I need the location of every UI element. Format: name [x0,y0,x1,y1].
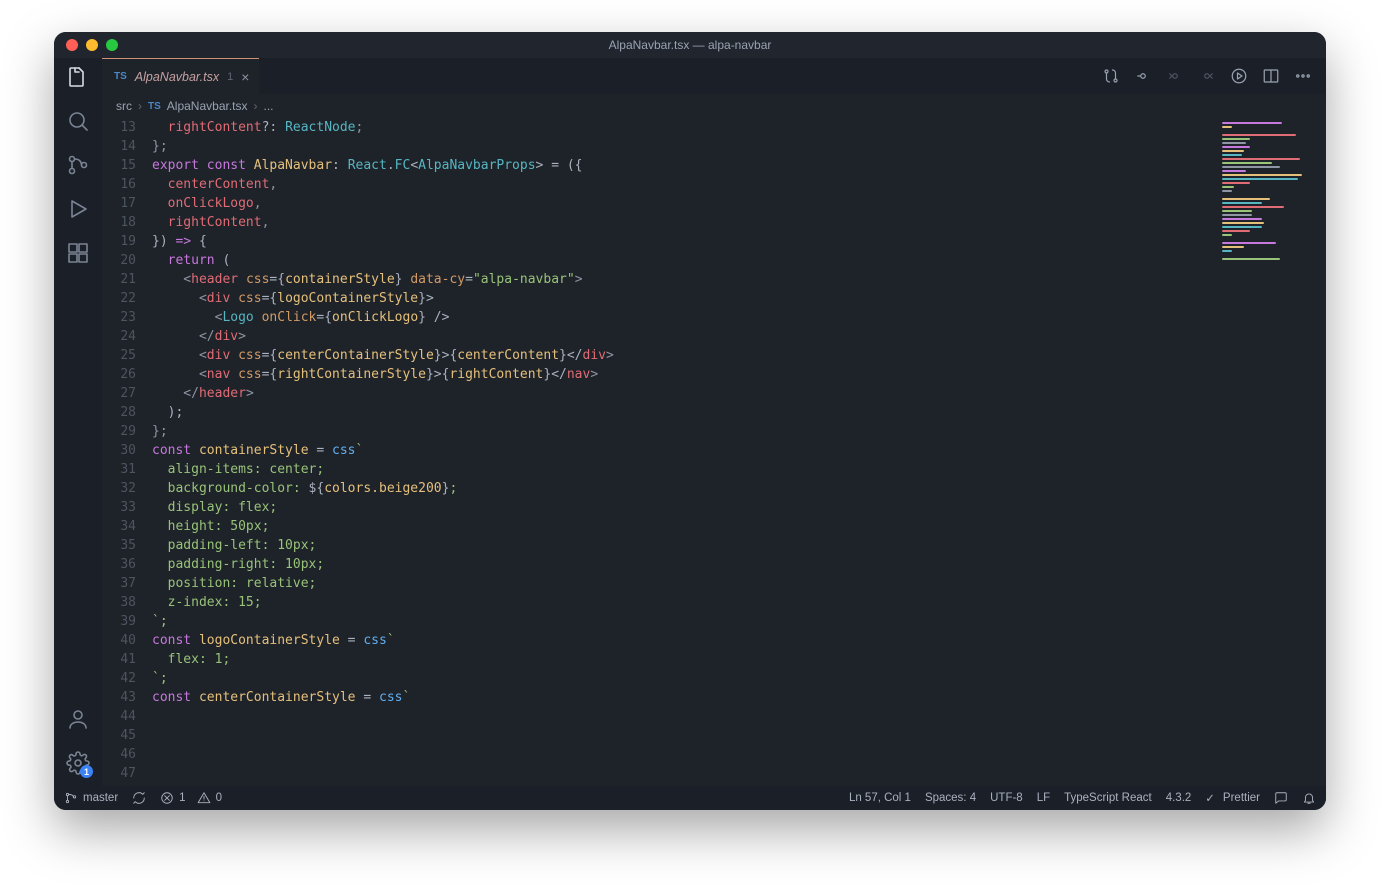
editor-tab[interactable]: TS AlpaNavbar.tsx 1 × [102,58,259,94]
traffic-lights [54,39,118,51]
code-editor[interactable]: 1314151617181920212223242526272829303132… [102,118,1326,786]
vscode-window: AlpaNavbar.tsx — alpa-navbar 1 TS AlpaNa… [54,32,1326,810]
breadcrumb-file[interactable]: AlpaNavbar.tsx [167,99,248,113]
settings-gear-icon[interactable]: 1 [65,750,91,776]
zoom-window-button[interactable] [106,39,118,51]
settings-badge: 1 [80,765,93,778]
activity-bar: 1 [54,58,102,786]
feedback-icon[interactable] [1274,791,1288,805]
close-window-button[interactable] [66,39,78,51]
breadcrumb-folder[interactable]: src [116,99,132,113]
status-bar: master 10 Ln 57, Col 1 Spaces: 4 UTF-8 L… [54,786,1326,810]
accounts-icon[interactable] [65,706,91,732]
tab-problem-count: 1 [227,71,233,83]
arrow-right-icon[interactable] [1198,67,1216,85]
title-bar: AlpaNavbar.tsx — alpa-navbar [54,32,1326,58]
run-debug-icon[interactable] [65,196,91,222]
editor-toolbar [1102,67,1326,85]
typescript-icon: TS [114,71,127,82]
compare-changes-icon[interactable] [1102,67,1120,85]
minimize-window-button[interactable] [86,39,98,51]
window-title: AlpaNavbar.tsx — alpa-navbar [609,38,772,52]
more-actions-icon[interactable] [1294,67,1312,85]
breadcrumb-symbol[interactable]: ... [264,99,274,113]
explorer-icon[interactable] [65,64,91,90]
prettier-status[interactable]: Prettier [1205,791,1260,805]
tab-bar: TS AlpaNavbar.tsx 1 × [102,58,1326,94]
extensions-icon[interactable] [65,240,91,266]
arrow-left-icon[interactable] [1166,67,1184,85]
line-number-gutter: 1314151617181920212223242526272829303132… [102,118,152,786]
close-tab-icon[interactable]: × [241,69,249,85]
minimap[interactable] [1216,118,1326,786]
eol-status[interactable]: LF [1037,792,1050,804]
typescript-icon: TS [148,101,161,112]
indentation-status[interactable]: Spaces: 4 [925,792,976,804]
breadcrumbs[interactable]: src › TS AlpaNavbar.tsx › ... [102,94,1326,118]
cursor-position-status[interactable]: Ln 57, Col 1 [849,792,911,804]
tab-filename: AlpaNavbar.tsx [135,70,219,84]
split-editor-icon[interactable] [1262,67,1280,85]
code-content[interactable]: rightContent?: ReactNode;};export const … [152,118,1326,786]
search-icon[interactable] [65,108,91,134]
encoding-status[interactable]: UTF-8 [990,792,1023,804]
problems-status[interactable]: 10 [160,791,222,805]
chevron-right-icon: › [254,99,258,113]
language-mode-status[interactable]: TypeScript React [1064,792,1152,804]
notifications-bell-icon[interactable] [1302,791,1316,805]
typescript-version-status[interactable]: 4.3.2 [1166,792,1192,804]
revert-prev-icon[interactable] [1134,67,1152,85]
git-branch-status[interactable]: master [64,791,118,805]
chevron-right-icon: › [138,99,142,113]
run-file-icon[interactable] [1230,67,1248,85]
sync-icon[interactable] [132,791,146,805]
source-control-icon[interactable] [65,152,91,178]
